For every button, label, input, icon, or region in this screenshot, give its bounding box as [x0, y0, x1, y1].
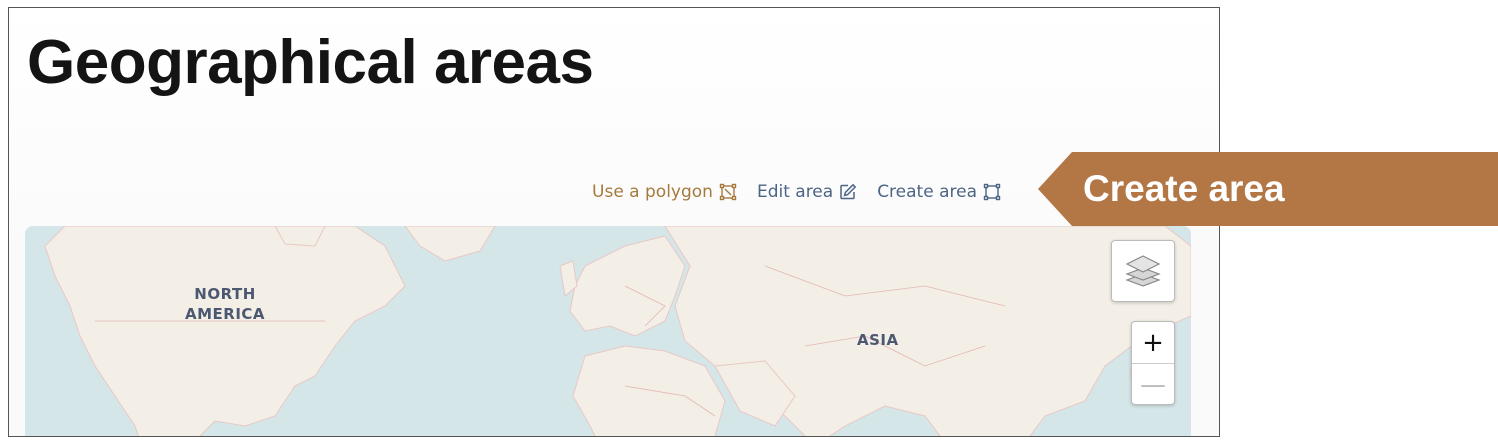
world-map[interactable]: NORTH AMERICA ASIA + —	[25, 226, 1191, 436]
polygon-icon	[719, 183, 737, 201]
layers-button[interactable]	[1111, 240, 1175, 302]
edit-icon	[840, 183, 857, 200]
use-polygon-link[interactable]: Use a polygon	[592, 182, 737, 202]
map-terrain	[44, 226, 1191, 436]
edit-area-label: Edit area	[756, 182, 834, 202]
use-polygon-label: Use a polygon	[592, 182, 713, 202]
create-area-label: Create area	[877, 182, 977, 202]
create-area-icon	[983, 183, 1001, 201]
create-area-link[interactable]: Create area	[877, 182, 1001, 202]
callout-text: Create area	[1083, 168, 1285, 209]
zoom-control: + —	[1131, 321, 1175, 405]
page-title: Geographical areas	[27, 28, 594, 97]
zoom-in-button[interactable]: +	[1132, 322, 1174, 364]
map-actions: Use a polygon Edit area Create area	[592, 182, 1001, 202]
callout-annotation: Create area	[1038, 152, 1498, 226]
label-north-america: NORTH AMERICA	[185, 285, 266, 323]
layers-icon	[1125, 255, 1161, 287]
label-asia: ASIA	[857, 331, 899, 349]
zoom-out-button[interactable]: —	[1132, 364, 1174, 404]
edit-area-link[interactable]: Edit area	[757, 182, 857, 202]
